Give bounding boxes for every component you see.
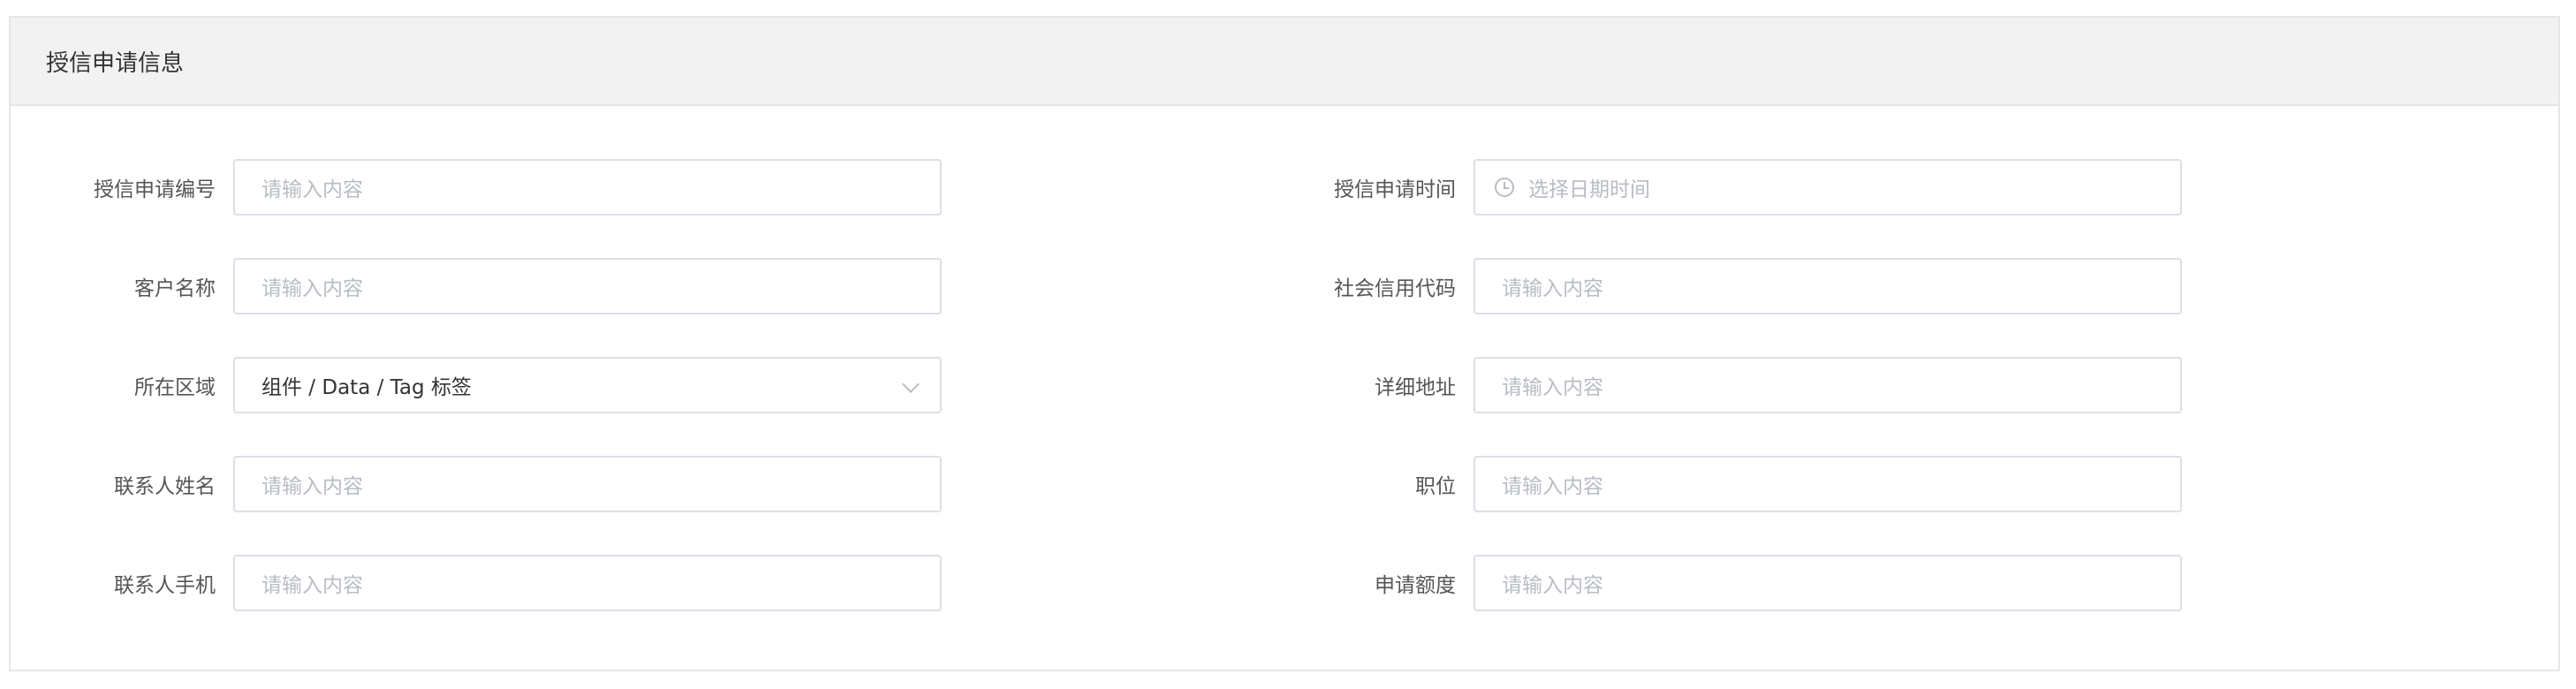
input-placeholder: 请输入内容 xyxy=(261,574,363,597)
region-select[interactable]: 组件 / Data / Tag 标签 xyxy=(233,357,942,413)
form-row-application-no: 授信申请编号 请输入内容 xyxy=(28,159,942,216)
field-label: 所在区域 xyxy=(134,376,216,399)
input-placeholder: 请输入内容 xyxy=(261,178,363,201)
field-label: 社会信用代码 xyxy=(1334,277,1456,300)
form-row-contact-phone: 联系人手机 请输入内容 xyxy=(28,555,942,611)
card-header: 授信申请信息 xyxy=(11,18,2558,106)
application-no-input[interactable]: 请输入内容 xyxy=(233,159,942,216)
credit-application-card: 授信申请信息 授信申请编号 请输入内容 客户名称 请输入内容 所在区域 组件 /… xyxy=(9,16,2560,671)
input-placeholder: 请输入内容 xyxy=(1502,475,1603,498)
input-placeholder: 请输入内容 xyxy=(1502,277,1603,300)
form-row-application-time: 授信申请时间 选择日期时间 xyxy=(1269,159,2182,216)
field-label: 授信申请编号 xyxy=(94,178,216,201)
card-title: 授信申请信息 xyxy=(46,49,185,77)
customer-name-input[interactable]: 请输入内容 xyxy=(233,258,942,314)
input-placeholder: 请输入内容 xyxy=(261,277,363,300)
input-placeholder: 请输入内容 xyxy=(1502,376,1603,399)
application-time-picker[interactable]: 选择日期时间 xyxy=(1474,159,2182,216)
form-row-credit-code: 社会信用代码 请输入内容 xyxy=(1269,258,2182,314)
form-row-region: 所在区域 组件 / Data / Tag 标签 xyxy=(28,357,942,413)
chevron-down-icon[interactable] xyxy=(902,375,920,393)
input-placeholder: 请输入内容 xyxy=(261,475,363,498)
contact-name-input[interactable]: 请输入内容 xyxy=(233,456,942,512)
clock-icon xyxy=(1495,178,1514,197)
form-row-position: 职位 请输入内容 xyxy=(1269,456,2182,512)
form-row-credit-amount: 申请额度 请输入内容 xyxy=(1269,555,2182,611)
position-input[interactable]: 请输入内容 xyxy=(1474,456,2182,512)
field-label: 客户名称 xyxy=(134,277,216,300)
field-label: 申请额度 xyxy=(1375,574,1456,597)
address-input[interactable]: 请输入内容 xyxy=(1474,357,2182,413)
input-placeholder: 选择日期时间 xyxy=(1528,178,1650,201)
credit-amount-input[interactable]: 请输入内容 xyxy=(1474,555,2182,611)
input-placeholder: 请输入内容 xyxy=(1502,574,1603,597)
credit-code-input[interactable]: 请输入内容 xyxy=(1474,258,2182,314)
form-row-contact-name: 联系人姓名 请输入内容 xyxy=(28,456,942,512)
form-row-address: 详细地址 请输入内容 xyxy=(1269,357,2182,413)
field-label: 联系人姓名 xyxy=(114,475,216,498)
field-label: 授信申请时间 xyxy=(1334,178,1456,201)
field-label: 联系人手机 xyxy=(114,574,216,597)
contact-phone-input[interactable]: 请输入内容 xyxy=(233,555,942,611)
form-row-customer-name: 客户名称 请输入内容 xyxy=(28,258,942,314)
select-value: 组件 / Data / Tag 标签 xyxy=(261,376,472,399)
field-label: 职位 xyxy=(1415,475,1456,498)
field-label: 详细地址 xyxy=(1375,376,1456,399)
